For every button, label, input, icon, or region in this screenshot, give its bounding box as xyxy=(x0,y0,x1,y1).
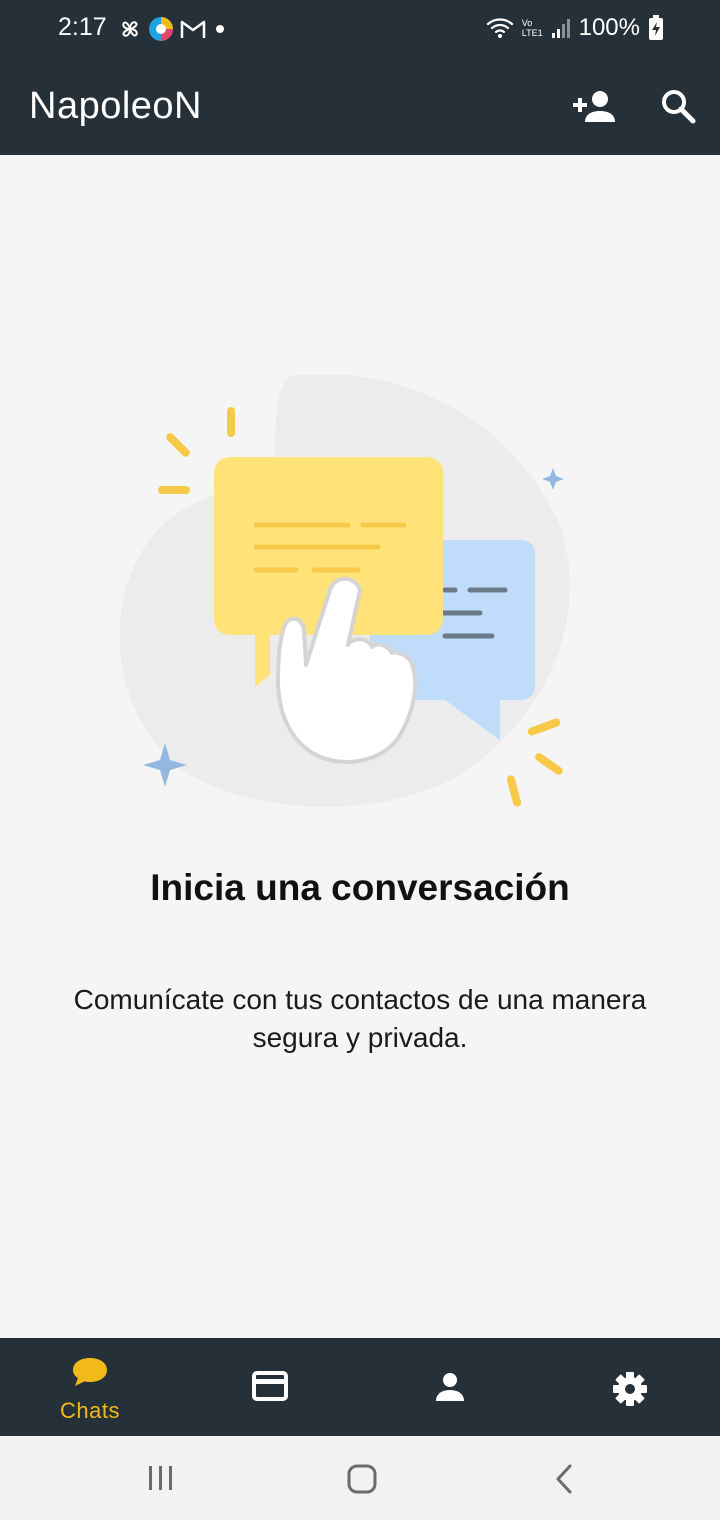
battery-charging-icon xyxy=(649,15,663,40)
card-icon xyxy=(252,1371,288,1401)
person-icon xyxy=(436,1373,464,1401)
nav-item-settings[interactable] xyxy=(540,1338,720,1436)
nav-item-chats[interactable]: Chats xyxy=(0,1338,180,1436)
system-navigation-bar xyxy=(0,1436,720,1520)
status-system-icons: Vo LTE1 100% xyxy=(486,14,664,42)
bottom-navigation: Chats xyxy=(0,1338,720,1436)
wifi-icon xyxy=(486,18,513,38)
gear-icon xyxy=(613,1372,647,1406)
back-icon[interactable] xyxy=(552,1464,576,1494)
add-contact-icon[interactable] xyxy=(571,88,617,124)
chat-bubble-icon xyxy=(73,1358,107,1386)
status-time: 2:17 xyxy=(58,13,107,41)
status-bar: 2:17 Vo LTE1 100% xyxy=(0,0,720,56)
volte-label: Vo xyxy=(521,18,533,28)
pinwheel-icon xyxy=(122,21,138,37)
home-icon[interactable] xyxy=(346,1464,378,1494)
lte-label: LTE1 xyxy=(521,28,543,38)
empty-state: Inicia una conversación Comunícate con t… xyxy=(0,155,720,1338)
status-notification-icons xyxy=(118,16,228,42)
gmail-icon xyxy=(180,20,206,38)
app-title: NapoleoN xyxy=(29,85,202,127)
signal-icon xyxy=(551,19,570,38)
empty-state-description: Comunícate con tus contactos de una mane… xyxy=(73,984,647,1053)
chat-bubbles-tap-illustration xyxy=(120,375,570,807)
browser-icon xyxy=(149,17,173,41)
notification-dot-icon xyxy=(216,25,224,33)
battery-percentage: 100% xyxy=(578,14,640,41)
app-bar: NapoleoN xyxy=(0,56,720,155)
empty-state-title: Inicia una conversación xyxy=(150,867,570,908)
volte-icon: Vo LTE1 xyxy=(522,18,543,38)
nav-item-profile[interactable] xyxy=(360,1338,540,1436)
nav-label-chats: Chats xyxy=(60,1398,120,1423)
nav-item-cards[interactable] xyxy=(180,1338,360,1436)
search-icon[interactable] xyxy=(658,86,698,126)
recents-icon[interactable] xyxy=(146,1464,176,1492)
